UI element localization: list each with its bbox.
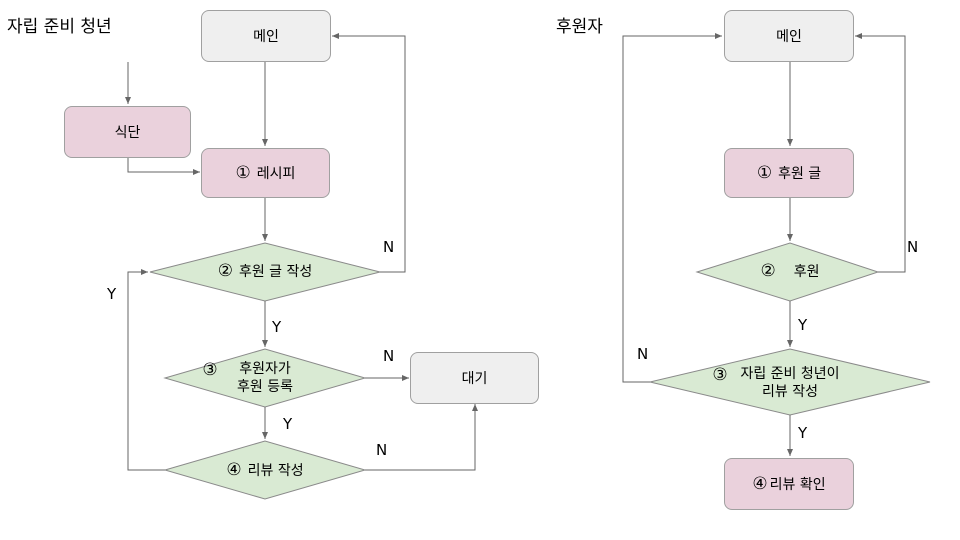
connector-review-no-to-wait	[365, 404, 478, 471]
node-label: 리뷰 확인	[769, 477, 826, 493]
step-number: ④	[226, 460, 242, 480]
left-flow-title: 자립 준비 청년	[7, 17, 112, 37]
edge-label-write-post-yes: Y	[272, 318, 282, 336]
node-check-review: ④ 리뷰 확인	[724, 458, 854, 510]
node-wait: 대기	[410, 352, 539, 404]
node-main: 메인	[201, 10, 331, 62]
step-number: ①	[235, 163, 251, 183]
decision-youth-review-label: 자립 준비 청년이 리뷰 작성	[730, 365, 850, 401]
step-number: ②	[760, 261, 776, 281]
connector-review-yes-to-write-post	[127, 269, 165, 471]
node-label: 리뷰 작성	[247, 463, 304, 479]
node-sponsor-post: ① 후원 글	[724, 148, 854, 198]
connector-sponsor-no-to-main	[855, 33, 906, 273]
label-line-1: 후원자가	[239, 361, 291, 377]
label-line-1: 자립 준비 청년이	[740, 366, 840, 382]
decision-write-post-label: ② 후원 글 작성	[180, 262, 350, 281]
decision-sponsor-register-label: 후원자가 후원 등록	[225, 360, 305, 396]
node-menu: 식단	[64, 106, 191, 158]
right-flow-title: 후원자	[556, 17, 603, 37]
step-number: ②	[217, 261, 233, 281]
edge-label-sponsor-yes: Y	[798, 316, 808, 334]
flowchart-canvas: 자립 준비 청년 메인 식단 ① 레시피 ② 후원 글 작성 ③ 후원자가 후원 …	[0, 0, 960, 540]
node-recipe: ① 레시피	[201, 148, 330, 198]
edge-label-register-yes: Y	[283, 415, 293, 433]
label-line-2: 리뷰 작성	[762, 384, 818, 400]
node-label: 레시피	[256, 166, 296, 182]
edge-label-youth-review-yes: Y	[798, 424, 808, 442]
connector-write-post-no-to-main	[332, 33, 406, 273]
node-right-main: 메인	[724, 10, 854, 62]
decision-sponsor-label: ② 후원	[730, 262, 850, 281]
node-label: 후원 글 작성	[238, 264, 313, 280]
connector-menu-to-recipe	[127, 158, 200, 175]
node-label: 후원 글	[778, 166, 822, 182]
label-line-2: 후원 등록	[237, 379, 293, 395]
edge-label-register-no: N	[383, 347, 395, 365]
step-number: ①	[756, 163, 773, 183]
edge-label-review-yes: Y	[107, 285, 117, 303]
edge-label-write-post-no: N	[383, 238, 395, 256]
step-number: ③	[202, 360, 218, 380]
connector-youth-review-no-to-main	[622, 33, 722, 383]
step-number: ④	[752, 474, 768, 494]
edge-label-youth-review-no: N	[637, 345, 649, 363]
decision-review-label: ④ 리뷰 작성	[195, 461, 335, 480]
node-label: 후원	[793, 264, 820, 280]
edge-label-review-no: N	[376, 441, 388, 459]
edge-label-sponsor-no: N	[907, 238, 919, 256]
